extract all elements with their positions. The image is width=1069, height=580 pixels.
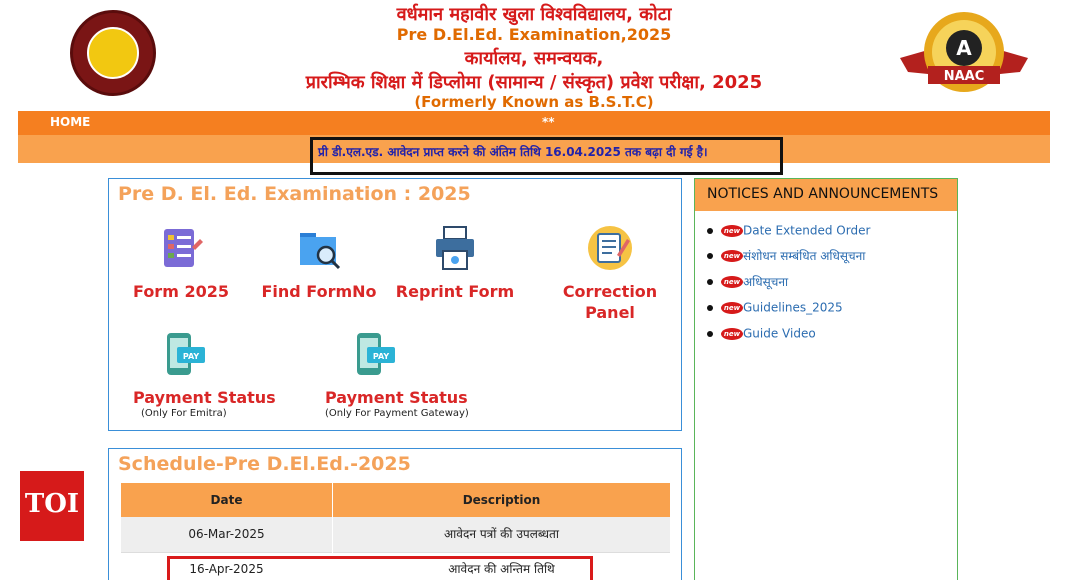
notice-item[interactable]: new Date Extended Order — [707, 220, 870, 238]
notice-item[interactable]: new संशोधन सम्बंधित अधिसूचना — [707, 245, 865, 263]
highlight-box — [167, 556, 593, 580]
bullet-icon — [707, 252, 713, 259]
reprint-form-label: Reprint Form — [395, 282, 515, 301]
naac-grade: A — [956, 36, 972, 60]
page: वर्धमान महावीर खुला विश्वविद्यालय, कोटा … — [18, 0, 1050, 580]
table-cell-description: आवेदन पत्रों की उपलब्धता — [444, 527, 559, 541]
notice-link[interactable]: अधिसूचना — [743, 275, 788, 289]
notices-title: NOTICES AND ANNOUNCEMENTS — [707, 186, 939, 202]
folder-search-icon — [300, 233, 341, 270]
pay-text: PAY — [183, 352, 200, 361]
new-badge-icon: new — [721, 224, 743, 237]
notices-header: NOTICES AND ANNOUNCEMENTS — [695, 179, 957, 211]
schedule-title: Schedule-Pre D.El.Ed.-2025 — [118, 453, 411, 475]
notice-item[interactable]: new Guidelines_2025 — [707, 297, 843, 315]
table-cell-date: 06-Mar-2025 — [188, 527, 265, 541]
correction-panel-tile[interactable]: Correction Panel — [561, 225, 659, 323]
payment-status-gateway-label: Payment Status — [325, 388, 468, 407]
payment-icon: PAY — [357, 333, 395, 375]
exam-name: Pre D.El.Ed. Examination,2025 — [396, 25, 672, 44]
reprint-form-tile[interactable]: Reprint Form — [395, 225, 515, 302]
bullet-icon — [707, 330, 713, 337]
main-nav: HOME ** — [18, 111, 1050, 135]
correction-label-line2: Panel — [585, 303, 635, 322]
naac-badge-icon: A NAAC — [900, 12, 1028, 92]
toi-logo-text: TOI — [24, 489, 80, 519]
toi-logo: TOI — [20, 471, 84, 541]
column-header-description: Description — [333, 483, 670, 517]
find-formno-tile[interactable]: Find FormNo — [259, 225, 379, 302]
bullet-icon — [707, 278, 713, 285]
form-icon — [164, 229, 203, 267]
notice-link[interactable]: संशोधन सम्बंधित अधिसूचना — [743, 249, 865, 263]
notice-item[interactable]: new अधिसूचना — [707, 271, 788, 289]
formerly-known: (Formerly Known as B.S.T.C) — [414, 93, 654, 111]
form-2025-tile[interactable]: Form 2025 — [133, 225, 229, 302]
notice-item[interactable]: new Guide Video — [707, 323, 816, 341]
nav-stars: ** — [542, 115, 555, 129]
pay-text: PAY — [373, 352, 390, 361]
schedule-panel: Schedule-Pre D.El.Ed.-2025 Date Descript… — [108, 448, 682, 580]
university-name: वर्धमान महावीर खुला विश्वविद्यालय, कोटा — [396, 4, 672, 25]
payment-status-emitra-label: Payment Status — [133, 388, 276, 407]
notice-link[interactable]: Date Extended Order — [743, 224, 870, 238]
exam-panel: Pre D. El. Ed. Examination : 2025 Form 2… — [108, 178, 682, 431]
new-badge-icon: new — [721, 275, 743, 288]
column-header-date: Date — [121, 483, 332, 517]
payment-status-gateway-sub: (Only For Payment Gateway) — [325, 408, 469, 419]
new-badge-icon: new — [721, 301, 743, 314]
bullet-icon — [707, 304, 713, 311]
notice-link[interactable]: Guidelines_2025 — [743, 301, 843, 315]
payment-status-gateway-tile[interactable]: PAY Payment Status (Only For Payment Gat… — [325, 331, 475, 419]
naac-label: NAAC — [944, 69, 985, 84]
new-badge-icon: new — [721, 327, 743, 340]
find-formno-label: Find FormNo — [261, 282, 377, 301]
office-name: कार्यालय, समन्वयक, — [464, 48, 604, 69]
bullet-icon — [707, 227, 713, 234]
nav-home-link[interactable]: HOME — [50, 115, 90, 129]
header: वर्धमान महावीर खुला विश्वविद्यालय, कोटा … — [18, 0, 1050, 111]
payment-icon: PAY — [167, 333, 205, 375]
exam-title-hindi: प्रारम्भिक शिक्षा में डिप्लोमा (सामान्य … — [305, 72, 763, 93]
notice-link[interactable]: Guide Video — [743, 327, 816, 341]
printer-icon — [436, 226, 474, 270]
form-2025-label: Form 2025 — [133, 282, 229, 301]
correction-icon — [588, 226, 632, 270]
correction-label-line1: Correction — [562, 282, 658, 301]
payment-status-emitra-tile[interactable]: PAY Payment Status (Only For Emitra) — [133, 331, 276, 419]
exam-panel-title: Pre D. El. Ed. Examination : 2025 — [118, 183, 471, 205]
notices-panel: NOTICES AND ANNOUNCEMENTS new Date Extend… — [694, 178, 958, 580]
new-badge-icon: new — [721, 249, 743, 262]
ticker-text[interactable]: प्री डी.एल.एड. आवेदन प्राप्त करने की अंत… — [318, 143, 708, 160]
payment-status-emitra-sub: (Only For Emitra) — [141, 408, 227, 419]
